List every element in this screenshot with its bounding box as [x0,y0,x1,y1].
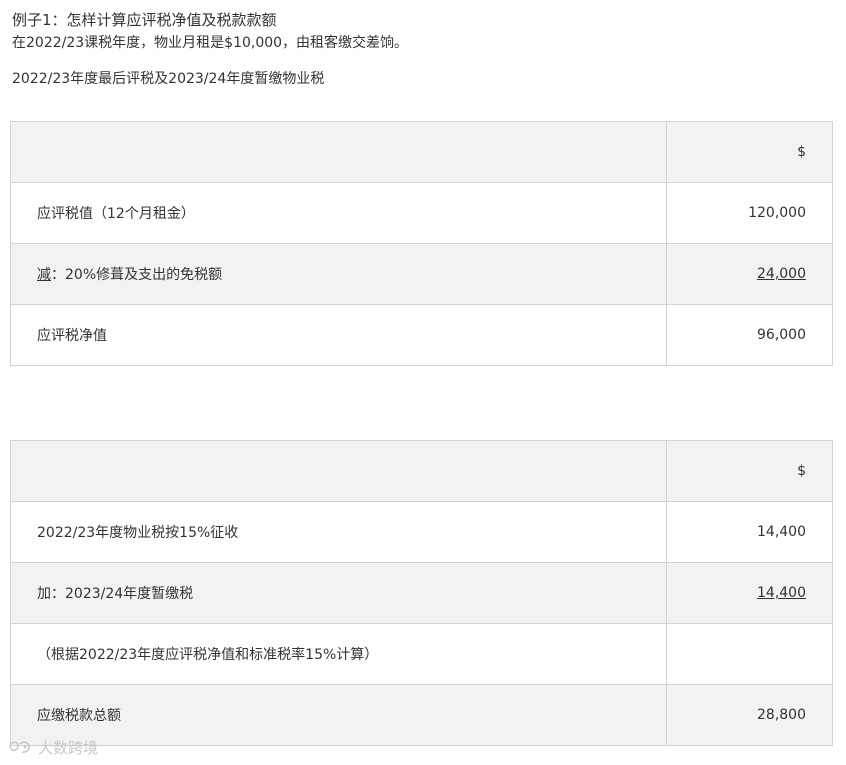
row-amount: 96,000 [666,304,833,366]
row-desc: 应评税值（12个月租金） [10,182,667,244]
section-subheading: 2022/23年度最后评税及2023/24年度暂缴物业税 [12,71,325,87]
table-row: （根据2022/23年度应评税净值和标准税率15%计算） [10,623,833,685]
header-currency-cell: $ [666,440,833,502]
watermark-text: 大数跨境 [38,739,99,757]
row-desc: 加：2023/24年度暂缴税 [10,562,667,624]
row-amount: 120,000 [666,182,833,244]
row-amount-value: 14,400 [757,585,806,601]
page-title: 例子1：怎样计算应评税净值及税款款额 [12,11,277,29]
row-amount-value: 24,000 [757,266,806,282]
row-amount: 24,000 [666,243,833,305]
row-desc: （根据2022/23年度应评税净值和标准税率15%计算） [10,623,667,685]
watermark: 大数跨境 [8,738,98,758]
header-desc-cell [10,121,667,183]
row-desc: 2022/23年度物业税按15%征收 [10,501,667,563]
row-desc-rest: ：20%修葺及支出的免税额 [51,267,223,283]
row-amount: 14,400 [666,501,833,563]
row-amount [666,623,833,685]
table-header-row: $ [10,121,833,183]
table-row: 应评税值（12个月租金） 120,000 [10,182,833,244]
tax-payable-table: $ 2022/23年度物业税按15%征收 14,400 加：2023/24年度暂… [10,440,833,746]
table-row: 应缴税款总额 28,800 [10,684,833,746]
row-desc: 应缴税款总额 [10,684,667,746]
assessment-table: $ 应评税值（12个月租金） 120,000 减：20%修葺及支出的免税额 24… [10,121,833,366]
table-row: 减：20%修葺及支出的免税额 24,000 [10,243,833,305]
table-header-row: $ [10,440,833,502]
intro-text: 在2022/23课税年度，物业月租是$10,000，由租客缴交差饷。 [12,35,409,51]
table-row: 2022/23年度物业税按15%征收 14,400 [10,501,833,563]
row-amount: 14,400 [666,562,833,624]
header-desc-cell [10,440,667,502]
row-desc-prefix: 减 [37,267,51,283]
row-desc: 减：20%修葺及支出的免税额 [10,243,667,305]
watermark-logo-icon [8,739,34,757]
row-desc: 应评税净值 [10,304,667,366]
row-amount: 28,800 [666,684,833,746]
table-row: 应评税净值 96,000 [10,304,833,366]
table-row: 加：2023/24年度暂缴税 14,400 [10,562,833,624]
header-currency-cell: $ [666,121,833,183]
